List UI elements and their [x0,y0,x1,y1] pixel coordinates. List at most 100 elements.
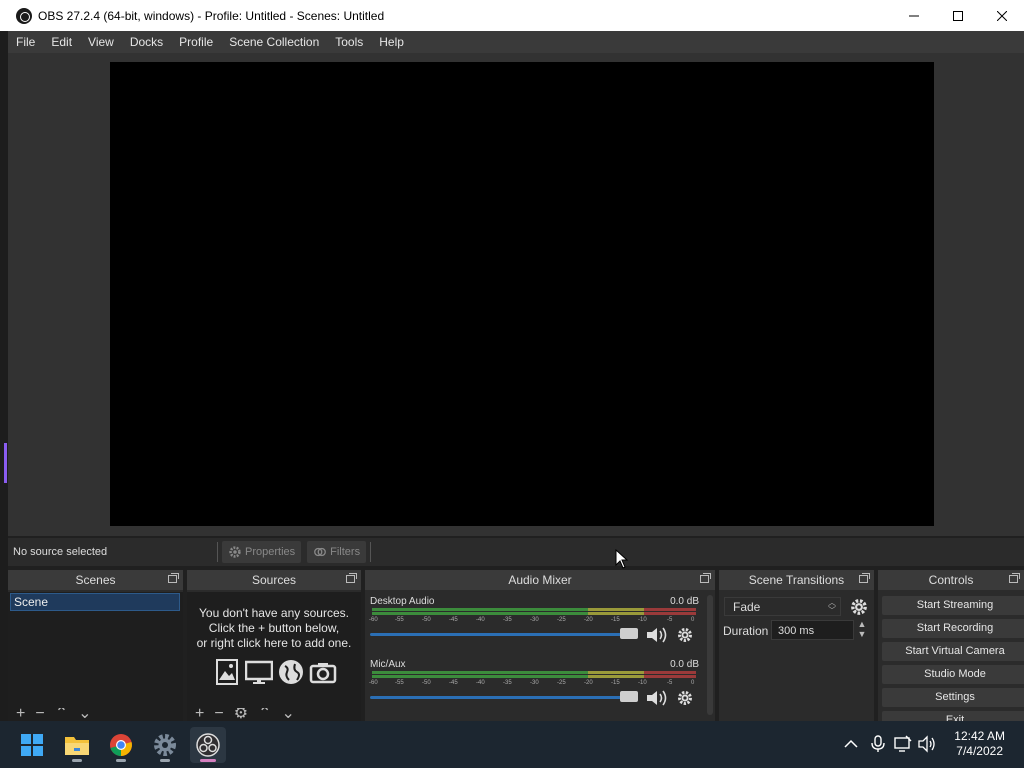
channel-db: 0.0 dB [670,659,699,670]
properties-button[interactable]: Properties [222,541,302,563]
mixer-dock-title: Audio Mixer [508,573,572,587]
gear-icon[interactable] [677,627,693,643]
start-recording-button[interactable]: Start Recording [882,619,1024,638]
tick-label: -60 [369,617,378,623]
window-accent [4,443,7,483]
maximize-button[interactable] [936,0,980,31]
tick-label: -45 [449,680,458,686]
running-indicator [72,759,82,762]
mixer-channels: Desktop Audio 0.0 dB -60 -55 -50 -45 -40 [365,592,705,722]
tick-label: -15 [611,680,620,686]
spin-up-icon[interactable]: ▲ [855,619,869,629]
audio-mixer-dock: Audio Mixer Desktop Audio 0.0 dB -60 -55 [365,570,715,722]
scenes-footer: + − ⌃ ⌄ [8,708,183,722]
duration-label: Duration [723,624,769,638]
gear-icon[interactable] [677,690,693,706]
start-streaming-button[interactable]: Start Streaming [882,596,1024,615]
speaker-icon[interactable] [645,689,669,707]
menu-file[interactable]: File [8,31,43,53]
duration-input[interactable]: 300 ms [771,620,854,640]
filters-button[interactable]: Filters [307,541,367,563]
move-down-icon[interactable]: ⌄ [281,708,294,722]
tick-label: -30 [530,680,539,686]
taskbar-clock[interactable]: 12:42 AM 7/4/2022 [954,729,1005,759]
move-down-icon[interactable]: ⌄ [78,708,91,722]
menu-view[interactable]: View [80,31,122,53]
tick-label: -25 [557,680,566,686]
mixer-channel-mic-aux: Mic/Aux 0.0 dB -60 -55 -50 -45 -40 -35 -… [369,659,699,719]
duration-spinner[interactable]: ▲ ▼ [855,619,869,641]
source-properties-icon[interactable]: ⚙ [234,708,248,722]
sources-list[interactable]: You don't have any sources. Click the + … [187,592,361,722]
menu-help[interactable]: Help [371,31,412,53]
volume-slider-handle[interactable] [620,691,638,702]
menu-tools[interactable]: Tools [327,31,371,53]
move-up-icon[interactable]: ⌃ [258,708,271,722]
tick-label: -45 [449,617,458,623]
remove-scene-icon[interactable]: − [35,708,44,722]
image-icon [216,659,238,685]
scenes-list[interactable]: Scene + − ⌃ ⌄ [8,592,183,722]
channel-name: Mic/Aux [370,659,406,670]
transition-select[interactable]: Fade ︿ ﹀ [724,597,841,616]
undock-icon[interactable] [1009,573,1020,583]
volume-meter [372,671,696,679]
mixer-channel-desktop-audio: Desktop Audio 0.0 dB -60 -55 -50 -45 -40 [369,596,699,656]
speaker-icon[interactable] [645,626,669,644]
taskbar-settings[interactable] [147,727,183,763]
taskbar-chrome[interactable] [103,727,139,763]
tick-label: -55 [395,617,404,623]
tick-label: -50 [422,680,431,686]
volume-slider-handle[interactable] [620,628,638,639]
studio-mode-button[interactable]: Studio Mode [882,665,1024,684]
settings-button[interactable]: Settings [882,688,1024,707]
scene-list-item[interactable]: Scene [10,593,180,611]
start-virtual-camera-button[interactable]: Start Virtual Camera [882,642,1024,661]
taskbar-file-explorer[interactable] [59,727,95,763]
controls-dock-title: Controls [928,573,974,587]
filters-label: Filters [330,546,361,558]
microphone-icon[interactable] [869,735,887,753]
start-button[interactable] [14,727,50,763]
add-scene-icon[interactable]: + [16,708,25,722]
preview-area [8,53,1024,536]
left-edge-strip [0,31,8,721]
menu-scene-collection[interactable]: Scene Collection [221,31,327,53]
minimize-icon [909,15,919,16]
network-icon[interactable] [894,735,912,753]
obs-window: OBS 27.2.4 (64-bit, windows) - Profile: … [0,0,1024,768]
filter-icon [314,547,327,557]
empty-line: Click the + button below, [208,621,340,635]
chevron-up-icon[interactable] [842,735,860,753]
undock-icon[interactable] [346,573,357,583]
move-up-icon[interactable]: ⌃ [55,708,68,722]
volume-slider-track[interactable] [370,696,638,699]
sources-footer: + − ⚙ ⌃ ⌄ [187,708,361,722]
obs-icon [196,733,220,757]
select-arrows-icon: ︿ ﹀ [828,598,836,615]
menu-edit[interactable]: Edit [43,31,80,53]
undock-icon[interactable] [859,573,870,583]
menu-profile[interactable]: Profile [171,31,221,53]
undock-icon[interactable] [700,573,711,583]
volume-icon[interactable] [918,735,936,753]
close-button[interactable] [980,0,1024,31]
tick-label: -40 [476,617,485,623]
running-indicator [116,759,126,762]
source-status: No source selected [13,546,108,558]
volume-slider-track[interactable] [370,633,638,636]
spin-down-icon[interactable]: ▼ [855,629,869,639]
gear-icon[interactable] [850,598,868,616]
close-icon [997,10,1007,21]
menu-docks[interactable]: Docks [122,31,171,53]
maximize-icon [953,10,963,21]
mixer-scrollbar[interactable] [707,595,713,715]
taskbar-obs[interactable] [190,727,226,763]
remove-source-icon[interactable]: − [214,708,223,722]
preview-canvas[interactable] [110,62,934,526]
add-source-icon[interactable]: + [195,708,204,722]
window-title: OBS 27.2.4 (64-bit, windows) - Profile: … [38,8,385,23]
active-indicator [200,759,216,762]
minimize-button[interactable] [892,0,936,31]
undock-icon[interactable] [168,573,179,583]
